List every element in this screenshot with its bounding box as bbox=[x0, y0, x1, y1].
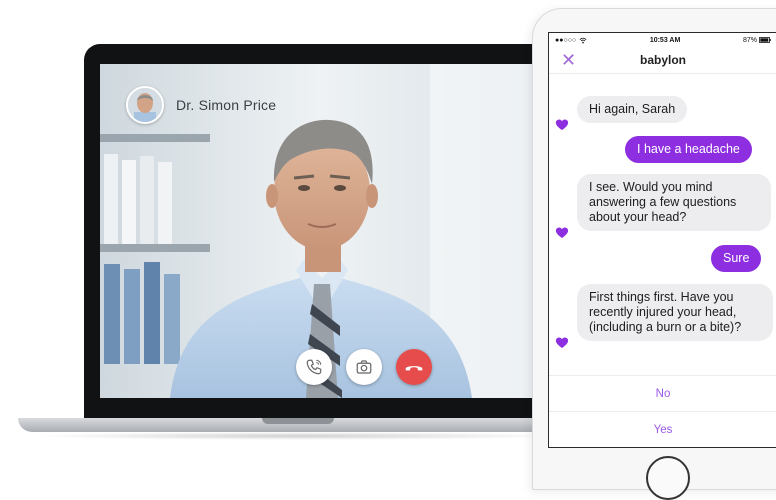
call-controls bbox=[296, 349, 432, 385]
camera-button[interactable] bbox=[346, 349, 382, 385]
chat-message-bot: First things first. Have you recently in… bbox=[577, 284, 773, 341]
laptop-notch bbox=[262, 418, 334, 424]
babylon-heart-icon bbox=[555, 337, 569, 348]
hang-up-icon bbox=[405, 366, 423, 371]
chat-header: ✕ babylon bbox=[549, 47, 776, 74]
laptop-shadow bbox=[30, 432, 566, 440]
answer-option-no[interactable]: No bbox=[549, 375, 776, 412]
chat-message-user: Sure bbox=[711, 245, 762, 272]
chat-thread: Hi again, Sarah I have a headache I see.… bbox=[549, 74, 776, 404]
phone-screen: ●●○○○ 10:53 AM 87% ✕ babylon Hi again, S… bbox=[548, 32, 776, 448]
chat-message-bot: Hi again, Sarah bbox=[577, 96, 688, 123]
chat-message-bot: I see. Would you mind answering a few qu… bbox=[577, 174, 771, 231]
battery-percent: 87% bbox=[742, 36, 757, 44]
chat-title: babylon bbox=[639, 53, 686, 67]
answer-option-yes[interactable]: Yes bbox=[549, 411, 776, 447]
doctor-avatar bbox=[126, 86, 164, 124]
babylon-heart-icon bbox=[555, 227, 569, 238]
status-bar: ●●○○○ 10:53 AM 87% bbox=[549, 33, 776, 47]
battery-icon bbox=[759, 37, 771, 43]
switch-audio-button[interactable] bbox=[296, 349, 332, 385]
doctor-identity: Dr. Simon Price bbox=[126, 86, 277, 124]
status-time: 10:53 AM bbox=[649, 36, 681, 44]
camera-icon bbox=[356, 360, 372, 374]
babylon-heart-icon bbox=[555, 119, 569, 130]
phone-icon bbox=[306, 359, 322, 375]
close-icon[interactable]: ✕ bbox=[561, 50, 576, 70]
chat-message-user: I have a headache bbox=[625, 136, 752, 163]
phone-home-button[interactable] bbox=[646, 456, 690, 500]
signal-dots: ●●○○○ bbox=[555, 36, 577, 44]
wifi-icon bbox=[579, 37, 587, 43]
doctor-name: Dr. Simon Price bbox=[176, 97, 277, 113]
video-call-screen: Dr. Simon Price bbox=[100, 64, 540, 398]
end-call-button[interactable] bbox=[396, 349, 432, 385]
